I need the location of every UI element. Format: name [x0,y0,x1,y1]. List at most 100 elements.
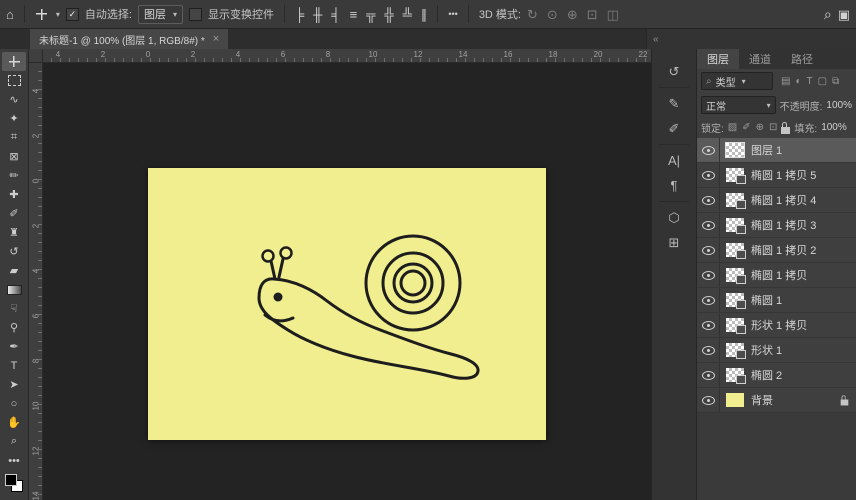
gradient-tool[interactable] [2,280,26,299]
brush-tool[interactable]: ✐ [2,204,26,223]
dodge-tool[interactable]: ⚲ [2,318,26,337]
auto-select-target-select[interactable]: 图层 ▾ [137,4,183,24]
lock-transparent-icon[interactable]: ▨ [728,122,737,133]
lock-artboard-icon[interactable]: ⊡ [769,122,777,133]
frame-tool[interactable]: ⊠ [2,147,26,166]
layer-thumbnail[interactable] [726,368,746,384]
filter-smart-icon[interactable]: ⧉ [832,76,839,87]
eye-icon[interactable] [701,395,715,405]
layer-row[interactable]: 背景 [697,388,856,413]
layer-row[interactable]: 椭圆 2 [697,363,856,388]
fill-value[interactable]: 100% [821,122,847,133]
filter-type-icon[interactable]: T [807,76,813,87]
eyedropper-tool[interactable]: ✏ [2,166,26,185]
layer-thumbnail[interactable] [726,193,746,209]
quick-select-tool[interactable]: ✦ [2,109,26,128]
document-tab[interactable]: 未标题-1 @ 100% (图层 1, RGB/8#) * × [30,29,229,49]
align-right-icon[interactable]: ╡ [331,8,340,21]
align-center-h-icon[interactable]: ╫ [313,8,322,21]
layer-thumbnail[interactable] [726,143,744,157]
lock-all-icon[interactable] [781,121,791,134]
layer-row[interactable]: 形状 1 拷贝 [697,313,856,338]
marquee-tool[interactable] [2,71,26,90]
tab-channels[interactable]: 通道 [739,49,781,69]
eye-icon[interactable] [701,370,715,380]
filter-type-select[interactable]: ⌕ 类型 ▾ [701,72,773,90]
brushes-panel-icon[interactable]: ✐ [659,116,689,145]
eye-icon[interactable] [701,220,715,230]
align-center-v-icon[interactable]: ≡ [350,8,358,21]
lock-move-icon[interactable]: ⊕ [756,122,764,133]
artboard[interactable] [148,168,546,440]
layer-row[interactable]: 椭圆 1 拷贝 3 [697,213,856,238]
collapse-panels-icon[interactable]: « [653,34,659,45]
layer-thumbnail[interactable] [726,293,746,309]
brush-settings-panel-icon[interactable]: ✎ [659,91,689,116]
filter-shape-icon[interactable]: ▢ [818,76,827,87]
align-middle-icon[interactable]: ╬ [384,8,393,21]
home-icon[interactable]: ⌂ [6,8,14,21]
layer-row[interactable]: 椭圆 1 拷贝 5 [697,163,856,188]
type-tool[interactable]: T [2,356,26,375]
search-icon[interactable]: ⌕ [824,7,832,21]
layer-thumbnail[interactable] [726,168,746,184]
more-options-icon[interactable]: ••• [448,9,457,19]
path-select-tool[interactable]: ➤ [2,375,26,394]
move-tool-icon[interactable] [34,7,48,21]
eye-icon[interactable] [701,270,715,280]
layer-row[interactable]: 图层 1 [697,138,856,163]
layer-thumbnail[interactable] [726,343,746,359]
properties-panel-icon[interactable]: ⊞ [659,230,689,255]
color-swatches[interactable] [5,474,23,492]
lock-paint-icon[interactable]: ✐ [742,122,750,133]
clone-stamp-tool[interactable]: ♜ [2,223,26,242]
close-icon[interactable]: × [213,33,219,45]
layer-row[interactable]: 椭圆 1 [697,288,856,313]
zoom-tool[interactable]: ⌕ [2,432,26,451]
pen-tool[interactable]: ✒ [2,337,26,356]
layer-row[interactable]: 形状 1 [697,338,856,363]
move-tool[interactable] [2,52,26,71]
layer-row[interactable]: 椭圆 1 拷贝 4 [697,188,856,213]
history-panel-icon[interactable]: ↺ [659,59,689,88]
3d-panel-icon[interactable]: ⬡ [659,205,689,230]
show-transform-checkbox[interactable] [188,7,202,21]
filter-pixel-icon[interactable]: ▤ [781,76,790,87]
layer-thumbnail[interactable] [726,268,746,284]
align-bottom-icon[interactable]: ╩ [403,8,412,21]
shape-tool[interactable]: ○ [2,394,26,413]
crop-tool[interactable]: ⌗ [2,128,26,147]
lasso-tool[interactable]: ∿ [2,90,26,109]
workspace-icon[interactable]: ▣ [838,8,850,21]
hand-tool[interactable]: ✋ [2,413,26,432]
history-brush-tool[interactable]: ↺ [2,242,26,261]
eraser-tool[interactable]: ▰ [2,261,26,280]
distribute-icon[interactable]: ∥ [421,8,428,21]
tab-layers[interactable]: 图层 [697,49,739,69]
character-panel-icon[interactable]: A| [659,148,689,173]
align-left-icon[interactable]: ╞ [295,8,304,21]
eye-icon[interactable] [701,345,715,355]
eye-icon[interactable] [701,145,715,155]
layer-row[interactable]: 椭圆 1 拷贝 [697,263,856,288]
eye-icon[interactable] [701,320,715,330]
eye-icon[interactable] [701,295,715,305]
layer-thumbnail[interactable] [726,243,746,259]
toolbar-more[interactable]: ••• [2,451,26,470]
paragraph-panel-icon[interactable]: ¶ [659,173,689,202]
eye-icon[interactable] [701,245,715,255]
healing-brush-tool[interactable]: ✚ [2,185,26,204]
eye-icon[interactable] [701,195,715,205]
tab-paths[interactable]: 路径 [781,49,823,69]
smudge-tool[interactable]: ☟ [2,299,26,318]
auto-select-checkbox[interactable]: ✓ [65,7,79,21]
layer-row[interactable]: 椭圆 1 拷贝 2 [697,238,856,263]
layer-thumbnail[interactable] [726,318,746,334]
blend-mode-select[interactable]: 正常 ▾ [701,96,776,114]
eye-icon[interactable] [701,170,715,180]
align-top-icon[interactable]: ╦ [366,8,375,21]
layer-thumbnail[interactable] [726,393,744,407]
opacity-value[interactable]: 100% [826,100,852,111]
layer-thumbnail[interactable] [726,218,746,234]
filter-adjustment-icon[interactable]: ◐ [795,76,801,87]
